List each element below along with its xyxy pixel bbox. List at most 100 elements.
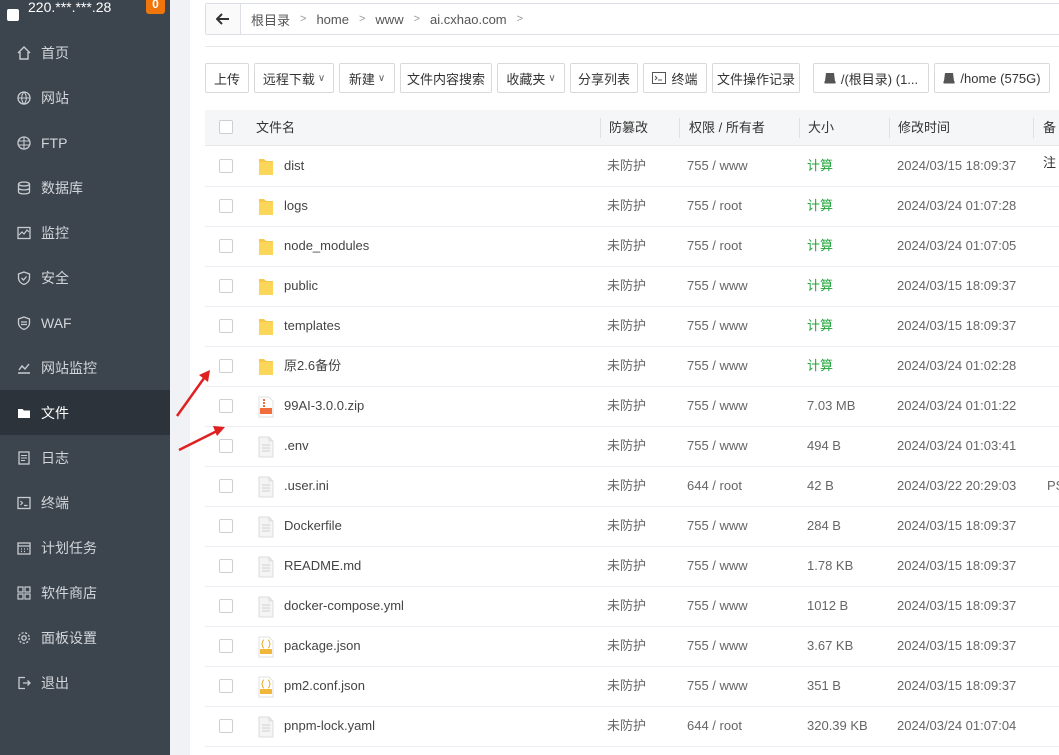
file-size[interactable]: 计算 [807,146,833,186]
tamper-status[interactable]: 未防护 [607,186,646,226]
share-list-button[interactable]: 分享列表 [570,63,638,93]
table-row[interactable]: public 未防护 755 / www 计算 2024/03/15 18:09:37 [205,266,1059,307]
content-search-button[interactable]: 文件内容搜索 [400,63,492,93]
table-row[interactable]: README.md 未防护 755 / www 1.78 KB 2024/03/15 1… [205,546,1059,587]
permission-owner[interactable]: 644 / root [687,466,742,506]
table-row[interactable]: pnpm-lock.yaml 未防护 644 / root 320.39 KB 2024… [205,706,1059,747]
sidebar-item-11[interactable]: 计划任务 [0,525,170,570]
row-checkbox[interactable] [219,719,233,733]
table-row[interactable]: pm2.conf.json 未防护 755 / www 351 B 2024/03/15… [205,666,1059,707]
sidebar-item-1[interactable]: 网站 [0,75,170,120]
permission-owner[interactable]: 755 / www [687,266,748,306]
back-button[interactable] [206,4,241,34]
operation-log-button[interactable]: 文件操作记录 [712,63,800,93]
favorites-button[interactable]: 收藏夹 ∨ [497,63,565,93]
row-checkbox[interactable] [219,159,233,173]
tamper-status[interactable]: 未防护 [607,266,646,306]
tamper-status[interactable]: 未防护 [607,666,646,706]
table-row[interactable]: Dockerfile 未防护 755 / www 284 B 2024/03/15 18… [205,506,1059,547]
column-header-tamper[interactable]: 防篡改 [609,110,648,145]
tamper-status[interactable]: 未防护 [607,506,646,546]
tamper-status[interactable]: 未防护 [607,146,646,186]
table-row[interactable]: 原2.6备份 未防护 755 / www 计算 2024/03/24 01:02:28 [205,346,1059,387]
column-header-size[interactable]: 大小 [808,110,834,145]
remote-download-button[interactable]: 远程下载 ∨ [254,63,334,93]
file-name[interactable]: .env [284,426,309,466]
table-row[interactable]: templates 未防护 755 / www 计算 2024/03/15 18:09:… [205,306,1059,347]
file-name[interactable]: 原2.6备份 [284,346,341,386]
tamper-status[interactable]: 未防护 [607,546,646,586]
file-name[interactable]: README.md [284,546,361,586]
sidebar-item-4[interactable]: 监控 [0,210,170,255]
row-checkbox[interactable] [219,439,233,453]
row-checkbox[interactable] [219,679,233,693]
column-header-name[interactable]: 文件名 [256,110,295,145]
sidebar-item-13[interactable]: 面板设置 [0,615,170,660]
file-size[interactable]: 计算 [807,306,833,346]
tamper-status[interactable]: 未防护 [607,586,646,626]
tamper-status[interactable]: 未防护 [607,226,646,266]
sidebar-item-12[interactable]: 软件商店 [0,570,170,615]
table-row[interactable]: docker-compose.yml 未防护 755 / www 1012 B 2024… [205,586,1059,627]
message-badge[interactable]: 0 [146,0,165,14]
table-row[interactable]: 99AI-3.0.0.zip 未防护 755 / www 7.03 MB 2024/03… [205,386,1059,427]
sidebar-item-5[interactable]: 安全 [0,255,170,300]
disk-home-button[interactable]: /home (575G) [934,63,1050,93]
permission-owner[interactable]: 755 / root [687,186,742,226]
file-name[interactable]: package.json [284,626,361,666]
row-checkbox[interactable] [219,639,233,653]
sidebar-item-2[interactable]: FTP [0,120,170,165]
tamper-status[interactable]: 未防护 [607,466,646,506]
table-row[interactable]: .user.ini 未防护 644 / root 42 B 2024/03/22 20:… [205,466,1059,507]
breadcrumb-root[interactable]: 根目录 [251,10,290,29]
sidebar-item-7[interactable]: 网站监控 [0,345,170,390]
row-checkbox[interactable] [219,519,233,533]
file-name[interactable]: templates [284,306,340,346]
file-name[interactable]: pnpm-lock.yaml [284,706,375,746]
permission-owner[interactable]: 644 / root [687,706,742,746]
row-checkbox[interactable] [219,359,233,373]
file-name[interactable]: .user.ini [284,466,329,506]
table-row[interactable]: node_modules 未防护 755 / root 计算 2024/03/24 01… [205,226,1059,267]
sidebar-item-0[interactable]: 首页 [0,30,170,75]
permission-owner[interactable]: 755 / www [687,546,748,586]
file-name[interactable]: pm2.conf.json [284,666,365,706]
row-checkbox[interactable] [219,599,233,613]
file-name[interactable]: logs [284,186,308,226]
path-bar[interactable]: 根目录 > home > www > ai.cxhao.com > [205,3,1059,35]
upload-button[interactable]: 上传 [205,63,249,93]
new-button[interactable]: 新建 ∨ [339,63,395,93]
permission-owner[interactable]: 755 / www [687,306,748,346]
tamper-status[interactable]: 未防护 [607,306,646,346]
terminal-button[interactable]: 终端 [643,63,707,93]
file-size[interactable]: 计算 [807,346,833,386]
row-checkbox[interactable] [219,399,233,413]
table-row[interactable]: .env 未防护 755 / www 494 B 2024/03/24 01:03:41 [205,426,1059,467]
file-name[interactable]: Dockerfile [284,506,342,546]
permission-owner[interactable]: 755 / www [687,386,748,426]
file-name[interactable]: node_modules [284,226,369,266]
file-name[interactable]: 99AI-3.0.0.zip [284,386,364,426]
disk-root-button[interactable]: /(根目录) (1... [813,63,929,93]
column-header-remark[interactable]: 备注 [1043,110,1059,170]
sidebar-item-3[interactable]: 数据库 [0,165,170,210]
permission-owner[interactable]: 755 / root [687,226,742,266]
permission-owner[interactable]: 755 / www [687,586,748,626]
remark[interactable]: PS [1047,466,1059,506]
row-checkbox[interactable] [219,239,233,253]
breadcrumb-site[interactable]: ai.cxhao.com [430,12,507,27]
table-row[interactable]: dist 未防护 755 / www 计算 2024/03/15 18:09:37 [205,146,1059,187]
permission-owner[interactable]: 755 / www [687,666,748,706]
tamper-status[interactable]: 未防护 [607,426,646,466]
file-name[interactable]: dist [284,146,304,186]
tamper-status[interactable]: 未防护 [607,626,646,666]
sidebar-item-9[interactable]: 日志 [0,435,170,480]
table-row[interactable]: logs 未防护 755 / root 计算 2024/03/24 01:07:28 [205,186,1059,227]
file-size[interactable]: 计算 [807,266,833,306]
select-all-checkbox[interactable] [219,120,233,134]
sidebar-item-10[interactable]: 终端 [0,480,170,525]
permission-owner[interactable]: 755 / www [687,506,748,546]
tamper-status[interactable]: 未防护 [607,386,646,426]
permission-owner[interactable]: 755 / www [687,146,748,186]
breadcrumb-www[interactable]: www [375,12,403,27]
